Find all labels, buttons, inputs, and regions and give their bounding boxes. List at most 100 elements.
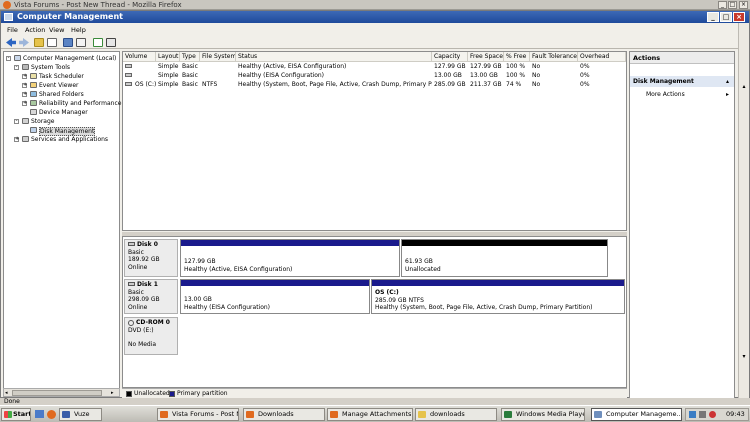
column-header[interactable]: Free Space xyxy=(468,52,504,62)
export-list-icon[interactable] xyxy=(106,38,116,47)
volume-cell[interactable]: Simple xyxy=(156,71,180,80)
menu-file[interactable]: File xyxy=(7,26,18,34)
window-titlebar[interactable]: Computer Management _ □ × xyxy=(1,11,749,23)
volume-cell[interactable]: 74 % xyxy=(504,80,530,89)
taskbar-item[interactable]: Vuze xyxy=(59,408,102,421)
refresh-icon[interactable] xyxy=(93,38,103,47)
volume-cell[interactable]: 13.00 GB xyxy=(432,71,468,80)
up-folder-icon[interactable] xyxy=(34,38,44,47)
volume-cell[interactable]: OS (C:) xyxy=(133,80,156,89)
column-header[interactable]: Type xyxy=(180,52,200,62)
quicklaunch-firefox-icon[interactable] xyxy=(47,410,56,419)
scroll-right-arrow-icon[interactable]: ▸ xyxy=(111,390,117,396)
disk-1-partition-os[interactable]: OS (C:) 285.09 GB NTFS Healthy (System, … xyxy=(371,279,625,314)
taskbar-item[interactable]: downloads xyxy=(415,408,497,421)
more-actions-arrow-icon[interactable]: ▸ xyxy=(726,91,729,98)
volume-cell[interactable]: Healthy (Active, EISA Configuration) xyxy=(236,62,432,71)
volume-cell[interactable]: Simple xyxy=(156,80,180,89)
volume-cell[interactable] xyxy=(200,62,236,71)
volume-cell[interactable]: 211.37 GB xyxy=(468,80,504,89)
disk-0-unallocated[interactable]: 61.93 GB Unallocated xyxy=(401,239,608,277)
volume-cell[interactable]: 13.00 GB xyxy=(468,71,504,80)
actions-section-disk-management[interactable]: Disk Management xyxy=(630,76,734,87)
collapse-icon[interactable]: - xyxy=(6,56,11,61)
show-hide-tree-icon[interactable] xyxy=(47,38,57,47)
scroll-left-arrow-icon[interactable]: ◂ xyxy=(5,390,11,396)
volume-cell[interactable]: Simple xyxy=(156,62,180,71)
column-header[interactable]: File System xyxy=(200,52,236,62)
volume-cell[interactable]: Basic xyxy=(180,80,200,89)
volume-cell[interactable]: 100 % xyxy=(504,62,530,71)
disk-1-label[interactable]: Disk 1 Basic 298.09 GB Online xyxy=(124,279,178,314)
disk-0-partition-1[interactable]: 127.99 GB Healthy (Active, EISA Configur… xyxy=(180,239,400,277)
window-minimize-button[interactable]: _ xyxy=(707,12,719,22)
volume-cell[interactable]: 127.99 GB xyxy=(432,62,468,71)
clock[interactable]: 09:43 xyxy=(726,410,745,418)
browser-maximize-button[interactable]: □ xyxy=(728,1,737,9)
security-icon[interactable] xyxy=(709,411,716,418)
help-icon[interactable] xyxy=(76,38,86,47)
collapse-icon[interactable]: - xyxy=(14,65,19,70)
volume-cell[interactable] xyxy=(133,62,156,71)
disk-1-partition-1[interactable]: 13.00 GB Healthy (EISA Configuration) xyxy=(180,279,370,314)
taskbar-item[interactable]: Downloads xyxy=(243,408,325,421)
expand-icon[interactable]: + xyxy=(22,83,27,88)
start-button[interactable]: Start xyxy=(1,408,31,421)
volume-cell[interactable]: 127.99 GB xyxy=(468,62,504,71)
menu-view[interactable]: View xyxy=(49,26,64,34)
menu-help[interactable]: Help xyxy=(71,26,86,34)
volume-cell[interactable]: Basic xyxy=(180,62,200,71)
browser-close-button[interactable]: × xyxy=(739,1,748,9)
scroll-thumb[interactable] xyxy=(12,390,102,396)
taskbar-item[interactable]: Vista Forums - Post New... xyxy=(157,408,239,421)
expand-icon[interactable]: + xyxy=(22,92,27,97)
column-header[interactable]: Volume xyxy=(123,52,156,62)
back-arrow-icon[interactable] xyxy=(6,38,16,47)
volume-cell[interactable]: NTFS xyxy=(200,80,236,89)
scroll-down-arrow-icon[interactable]: ▾ xyxy=(740,353,748,361)
column-header[interactable]: Overhead xyxy=(578,52,626,62)
column-header[interactable]: Fault Tolerance xyxy=(530,52,578,62)
forward-arrow-icon[interactable] xyxy=(19,38,29,47)
volume-cell[interactable]: Basic xyxy=(180,71,200,80)
column-header[interactable]: Capacity xyxy=(432,52,468,62)
expand-icon[interactable]: + xyxy=(22,74,27,79)
taskbar-item[interactable]: Manage Attachments - V... xyxy=(327,408,413,421)
volume-cell[interactable]: 285.09 GB xyxy=(432,80,468,89)
volume-cell[interactable]: 0% xyxy=(578,62,626,71)
browser-minimize-button[interactable]: _ xyxy=(718,1,727,9)
volume-cell[interactable]: No xyxy=(530,62,578,71)
volume-cell[interactable]: No xyxy=(530,80,578,89)
disk-0-label[interactable]: Disk 0 Basic 189.92 GB Online xyxy=(124,239,178,277)
collapse-icon[interactable]: ▴ xyxy=(726,78,729,85)
column-header[interactable]: Status xyxy=(236,52,432,62)
column-header[interactable]: Layout xyxy=(156,52,180,62)
volume-cell[interactable]: 0% xyxy=(578,71,626,80)
disk-0-name: Disk 0 xyxy=(137,241,158,248)
column-header[interactable]: % Free xyxy=(504,52,530,62)
volume-cell[interactable] xyxy=(133,71,156,80)
expand-icon[interactable]: + xyxy=(14,137,19,142)
volume-cell[interactable]: 100 % xyxy=(504,71,530,80)
properties-icon[interactable] xyxy=(63,38,73,47)
volume-cell[interactable]: Healthy (System, Boot, Page File, Active… xyxy=(236,80,432,89)
volume-cell[interactable]: 0% xyxy=(578,80,626,89)
network-icon[interactable] xyxy=(689,411,696,418)
more-actions-link[interactable]: More Actions xyxy=(646,91,685,98)
volume-icon[interactable] xyxy=(699,411,706,418)
window-maximize-button[interactable]: □ xyxy=(720,12,732,22)
expand-icon[interactable]: + xyxy=(22,101,27,106)
scroll-up-arrow-icon[interactable]: ▴ xyxy=(740,83,748,91)
window-close-button[interactable]: × xyxy=(733,12,745,22)
cdrom-label[interactable]: CD-ROM 0 DVD (E:) No Media xyxy=(124,317,178,355)
quicklaunch-explorer-icon[interactable] xyxy=(35,410,44,418)
taskbar-item[interactable]: Computer Manageme... xyxy=(591,408,682,421)
browser-vertical-scrollbar[interactable]: ▴ ▾ xyxy=(738,23,749,401)
volume-cell[interactable]: No xyxy=(530,71,578,80)
volume-cell[interactable] xyxy=(200,71,236,80)
menu-action[interactable]: Action xyxy=(25,26,45,34)
collapse-icon[interactable]: - xyxy=(14,119,19,124)
taskbar-item[interactable]: Windows Media Player xyxy=(501,408,585,421)
tree-horizontal-scrollbar[interactable]: ◂ ▸ xyxy=(3,388,120,397)
volume-cell[interactable]: Healthy (EISA Configuration) xyxy=(236,71,432,80)
